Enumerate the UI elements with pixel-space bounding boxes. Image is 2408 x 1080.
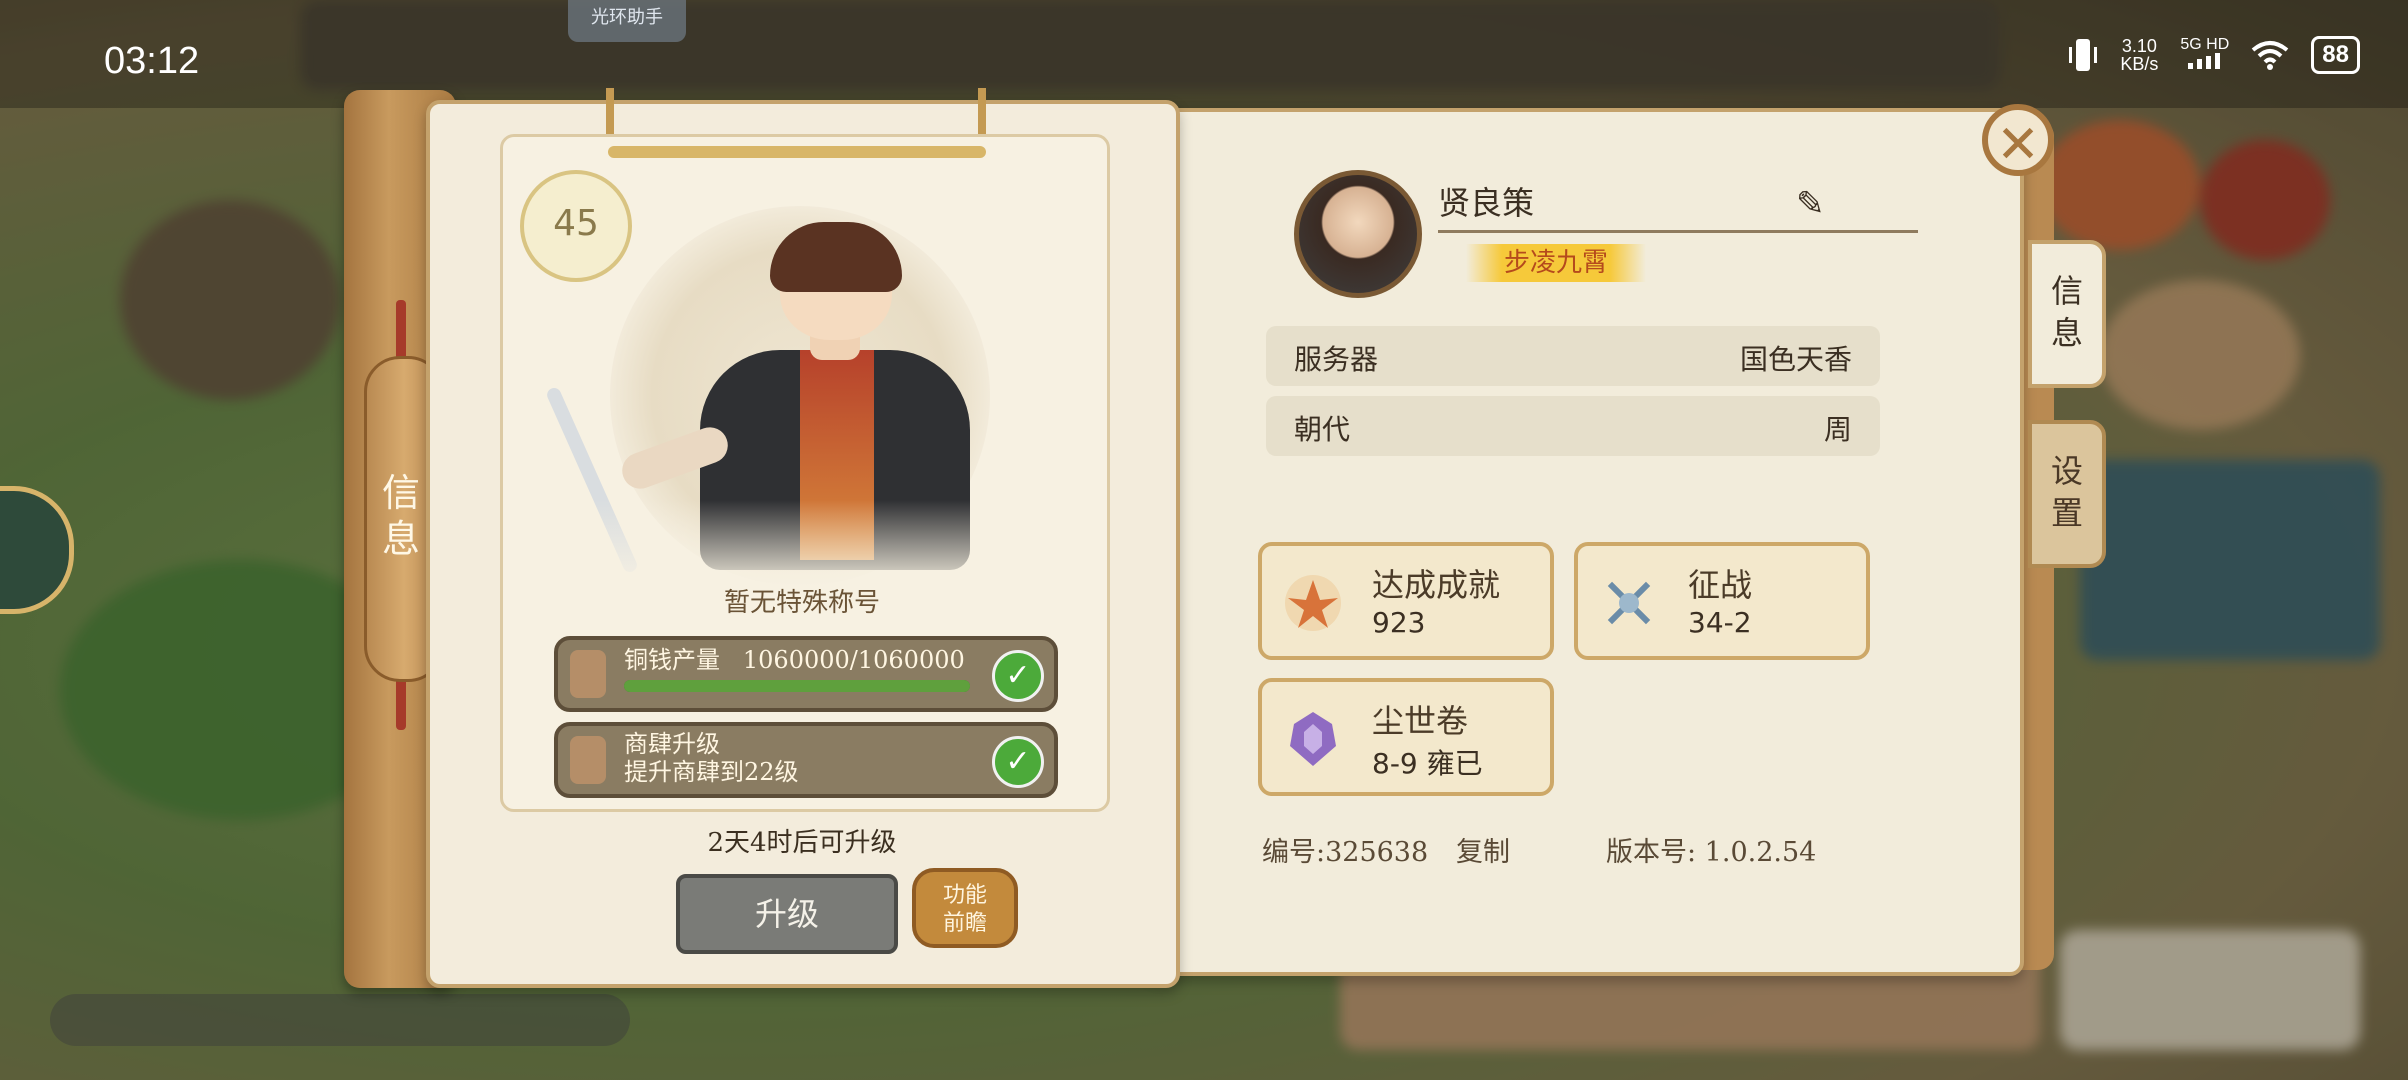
stat-title: 达成成就 [1372, 566, 1501, 604]
name-underline [1438, 230, 1918, 233]
vibrate-icon [2069, 39, 2098, 71]
task-value: 1060000/1060000 [742, 646, 965, 674]
stat-value: 923 [1372, 606, 1426, 639]
close-button[interactable]: ✕ [1982, 104, 2054, 176]
coin-progress-fill [624, 680, 970, 692]
version-label: 版本号: 1.0.2.54 [1606, 837, 1817, 868]
special-title: 暂无特殊称号 [723, 588, 880, 618]
spine-knot-top [396, 300, 406, 360]
tab-info[interactable]: 信息 [2028, 240, 2106, 388]
wifi-icon [2252, 41, 2289, 70]
stat-value: 8-9 雍已 [1372, 747, 1483, 780]
crossed-swords-icon [1607, 581, 1651, 625]
upgrade-countdown: 2天4时后可升级 [707, 828, 897, 858]
coin-progress-bar [624, 680, 970, 692]
info-row-dynasty: 朝代 周 [1266, 396, 1880, 456]
player-avatar[interactable] [1294, 170, 1422, 298]
status-icons: 3.10 KB/s 5G HD 88 [2068, 36, 2360, 74]
phoenix-icon [1285, 575, 1341, 631]
portrait-mist [503, 500, 1103, 590]
clock: 03:12 [104, 40, 200, 82]
signal-bars-icon [2187, 53, 2220, 69]
stat-title: 征战 [1688, 566, 1753, 604]
info-row-server: 服务器 国色天香 [1266, 326, 1880, 386]
edit-name-icon[interactable]: ✎ [1796, 184, 1825, 224]
check-icon[interactable]: ✓ [992, 736, 1044, 788]
copy-id-button[interactable]: 复制 [1456, 830, 1510, 869]
stat-card-mortal-scroll[interactable]: 尘世卷 8-9 雍已 [1258, 678, 1554, 796]
hanging-string-right [978, 88, 986, 136]
task-label: 商肆升级 [624, 730, 720, 758]
info-value: 国色天香 [1739, 343, 1852, 376]
task-detail: 提升商肆到22级 [624, 758, 799, 786]
task-shop-upgrade: 商肆升级 提升商肆到22级 ✓ [554, 722, 1058, 798]
task-label: 铜钱产量 [624, 646, 720, 674]
stat-card-achievements[interactable]: 达成成就 923 [1258, 542, 1554, 660]
info-key: 服务器 [1294, 343, 1379, 376]
purple-emblem-icon [1290, 712, 1336, 766]
chat-bar[interactable] [50, 994, 630, 1046]
info-key: 朝代 [1294, 413, 1351, 446]
stat-value: 34-2 [1688, 606, 1752, 639]
check-icon[interactable]: ✓ [992, 650, 1044, 702]
merchant-avatar-icon [570, 736, 606, 784]
battery-indicator: 88 [2311, 36, 2360, 74]
stat-title: 尘世卷 [1372, 702, 1469, 740]
player-id: 编号:325638 [1262, 837, 1429, 868]
merchant-avatar-icon [570, 650, 606, 698]
player-name: 贤良策 [1438, 184, 1535, 222]
signal-indicator: 5G HD [2180, 37, 2229, 73]
assistant-pill[interactable]: 光环助手 [568, 0, 686, 42]
title-ribbon[interactable]: 步凌九霄 [1466, 244, 1646, 282]
upgrade-button[interactable]: 升级 [676, 874, 898, 954]
feature-preview-button[interactable]: 功能 前瞻 [912, 868, 1018, 948]
stat-card-battle[interactable]: 征战 34-2 [1574, 542, 1870, 660]
task-coin-output: 铜钱产量 1060000/1060000 ✓ [554, 636, 1058, 712]
portrait-card-rod [608, 146, 986, 158]
level-badge: 45 [520, 170, 632, 282]
tab-settings[interactable]: 设置 [2028, 420, 2106, 568]
hanging-string-left [606, 88, 614, 136]
info-value: 周 [1823, 413, 1852, 446]
net-speed: 3.10 KB/s [2120, 36, 2159, 74]
